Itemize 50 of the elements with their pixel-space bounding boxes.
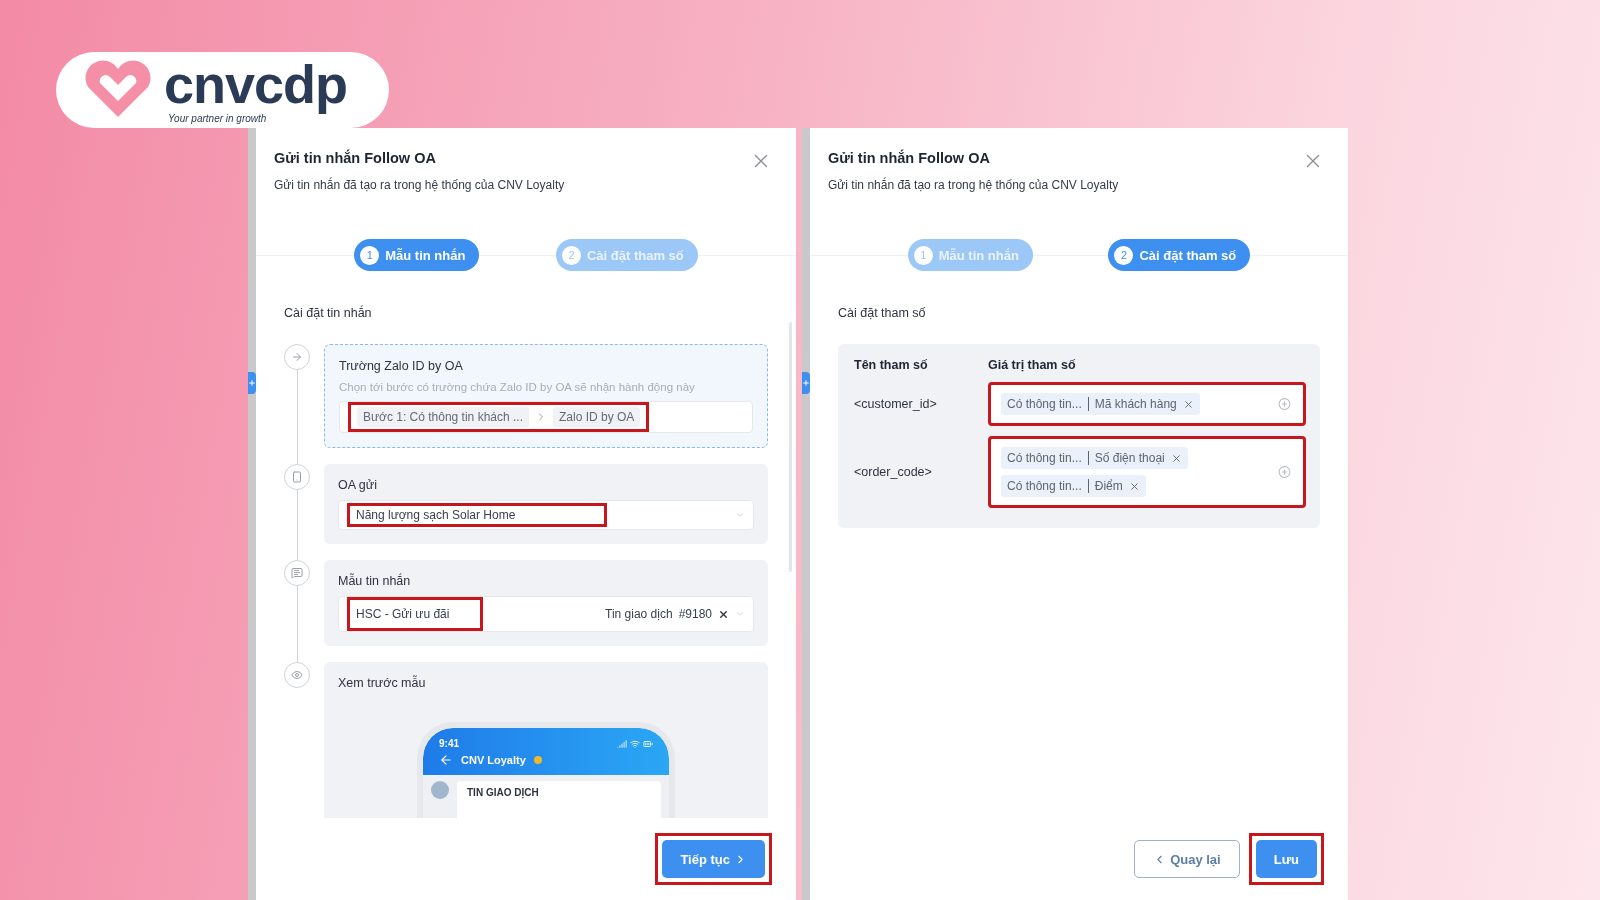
back-icon xyxy=(439,753,453,767)
value-tag: Có thông tin... Số điện thoại xyxy=(1001,447,1188,469)
field-label: Mẫu tin nhắn xyxy=(338,574,412,588)
verified-icon xyxy=(533,756,542,764)
value-field[interactable]: Có thông tin... Số điện thoại Có thông tin... Điểm xyxy=(988,436,1306,508)
field-label: OA gửi xyxy=(338,478,378,492)
back-button[interactable]: Quay lại xyxy=(1134,840,1240,878)
select-value: HSC - Gửi ưu đãi xyxy=(347,597,483,631)
template-code: #9180 xyxy=(678,607,712,621)
path-step: Zalo ID by OA xyxy=(553,407,641,427)
handle-icon[interactable] xyxy=(802,372,810,394)
caret-icon xyxy=(735,609,745,619)
avatar-placeholder xyxy=(431,781,449,799)
select-value: Năng lượng sạch Solar Home xyxy=(347,503,607,527)
primary-button[interactable]: Tiếp tục xyxy=(662,840,765,878)
add-icon[interactable] xyxy=(1278,397,1291,411)
dialog-subtitle: Gửi tin nhắn đã tạo ra trong hệ thống của CNV Loyalty xyxy=(274,178,565,192)
column-header: Tên tham số xyxy=(854,358,929,372)
field-label: Xem trước mẫu xyxy=(338,676,427,690)
value-field[interactable]: Có thông tin... Mã khách hàng xyxy=(988,382,1306,426)
brand-tagline: Your partner in growth xyxy=(168,113,267,125)
phone-time: 9:41 xyxy=(439,738,459,749)
field-label: Trường Zalo ID by OA xyxy=(339,359,464,373)
add-icon[interactable] xyxy=(1278,465,1291,479)
param-name: <customer_id> xyxy=(854,397,938,411)
section-title: Cài đặt tham số xyxy=(838,306,927,320)
step-tab[interactable]: 1 Mẫu tin nhắn xyxy=(354,239,480,271)
template-type: Tin giao dịch xyxy=(605,607,673,621)
dialog-title: Gửi tin nhắn Follow OA xyxy=(274,150,437,166)
message-title: TIN GIAO DỊCH xyxy=(457,781,661,818)
path-step: Bước 1: Có thông tin khách ... xyxy=(357,407,529,427)
status-icons xyxy=(617,738,653,749)
caret-icon xyxy=(735,510,745,520)
path-field[interactable]: Bước 1: Có thông tin khách ... Zalo ID by OA xyxy=(339,401,753,433)
value-tag: Có thông tin... Mã khách hàng xyxy=(1001,393,1200,415)
column-header: Giá trị tham số xyxy=(988,358,1077,372)
field-hint: Chọn tới bước có trường chứa Zalo ID by OA sẽ nhận hành động này xyxy=(339,381,696,393)
select-field[interactable]: Năng lượng sạch Solar Home xyxy=(338,500,754,530)
dialog-title: Gửi tin nhắn Follow OA xyxy=(828,150,991,166)
dialog-subtitle: Gửi tin nhắn đã tạo ra trong hệ thống của CNV Loyalty xyxy=(828,178,1119,192)
handle-icon[interactable] xyxy=(248,372,256,394)
value-tag: Có thông tin... Điểm xyxy=(1001,475,1146,497)
remove-icon[interactable] xyxy=(718,608,729,620)
oa-name: CNV Loyalty xyxy=(461,754,526,766)
brand-name: cnvcdp xyxy=(164,55,348,113)
primary-button[interactable]: Lưu xyxy=(1255,840,1317,878)
step-tab[interactable]: 2 Cài đặt tham số xyxy=(1108,239,1251,271)
select-field[interactable]: HSC - Gửi ưu đãi Tin giao dịch #9180 xyxy=(338,596,754,632)
section-title: Cài đặt tin nhắn xyxy=(284,306,373,320)
param-name: <order_code> xyxy=(854,465,933,479)
